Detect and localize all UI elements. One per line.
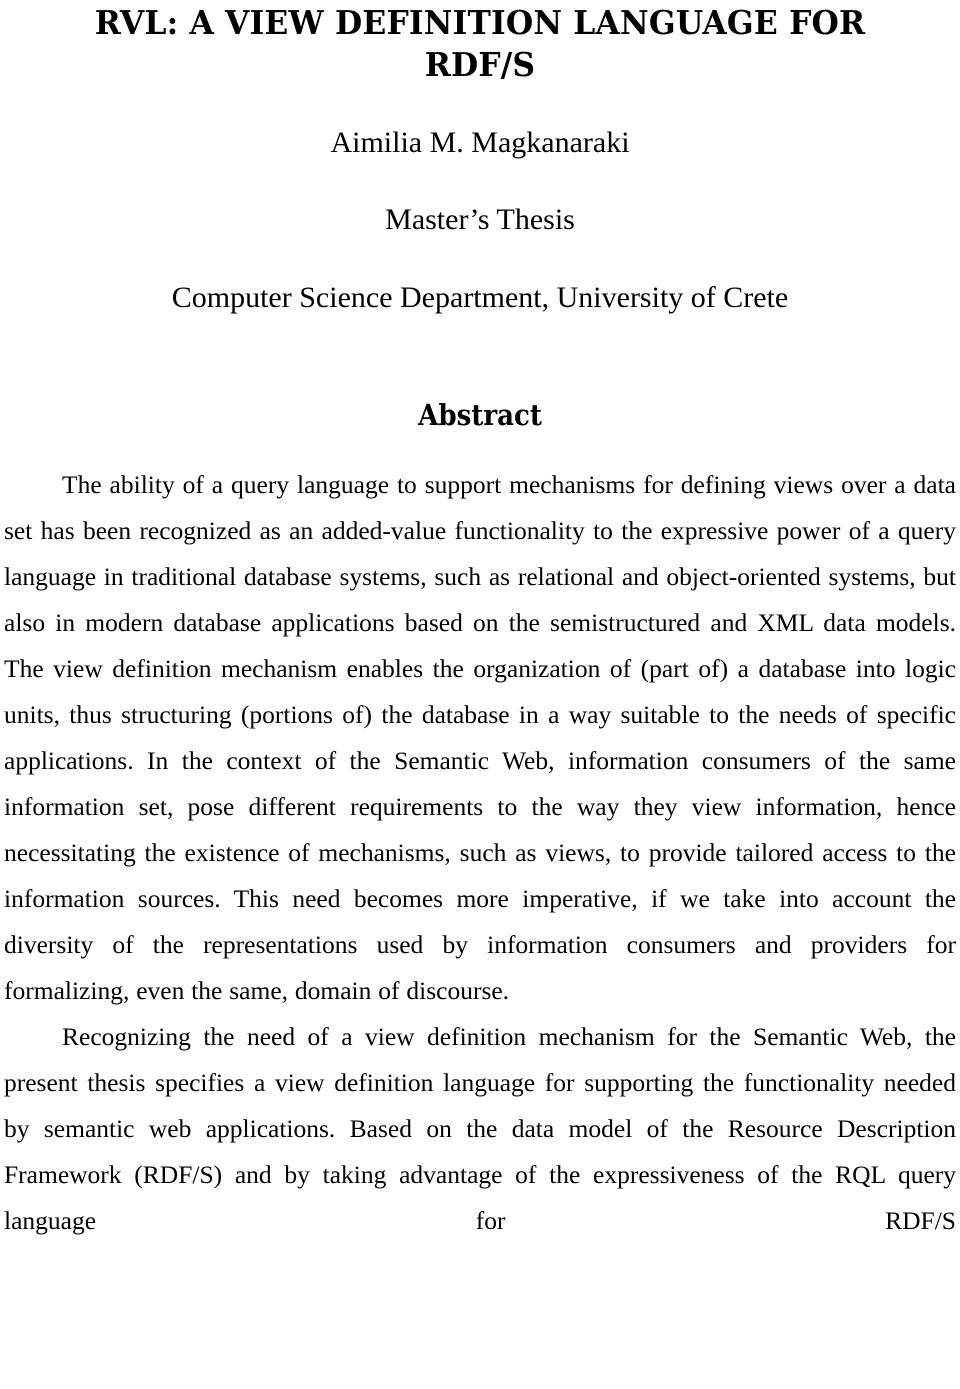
abstract-paragraph-1: The ability of a query language to suppo… — [4, 470, 956, 1005]
document-page: RVL: A VIEW DEFINITION LANGUAGE FOR RDF/… — [0, 0, 960, 1389]
abstract-body: The ability of a query language to suppo… — [4, 462, 956, 1290]
abstract-paragraph-2: Recognizing the need of a view definitio… — [4, 1022, 956, 1235]
page-title: RVL: A VIEW DEFINITION LANGUAGE FOR RDF/… — [28, 0, 932, 86]
title-line-1: RVL: A VIEW DEFINITION LANGUAGE FOR — [94, 3, 866, 42]
abstract-heading: Abstract — [418, 398, 542, 432]
title-line-2: RDF/S — [424, 45, 536, 84]
department-affiliation: Computer Science Department, University … — [171, 281, 789, 314]
author-name: Aimilia M. Magkanaraki — [330, 126, 630, 159]
thesis-type: Master’s Thesis — [385, 203, 575, 236]
